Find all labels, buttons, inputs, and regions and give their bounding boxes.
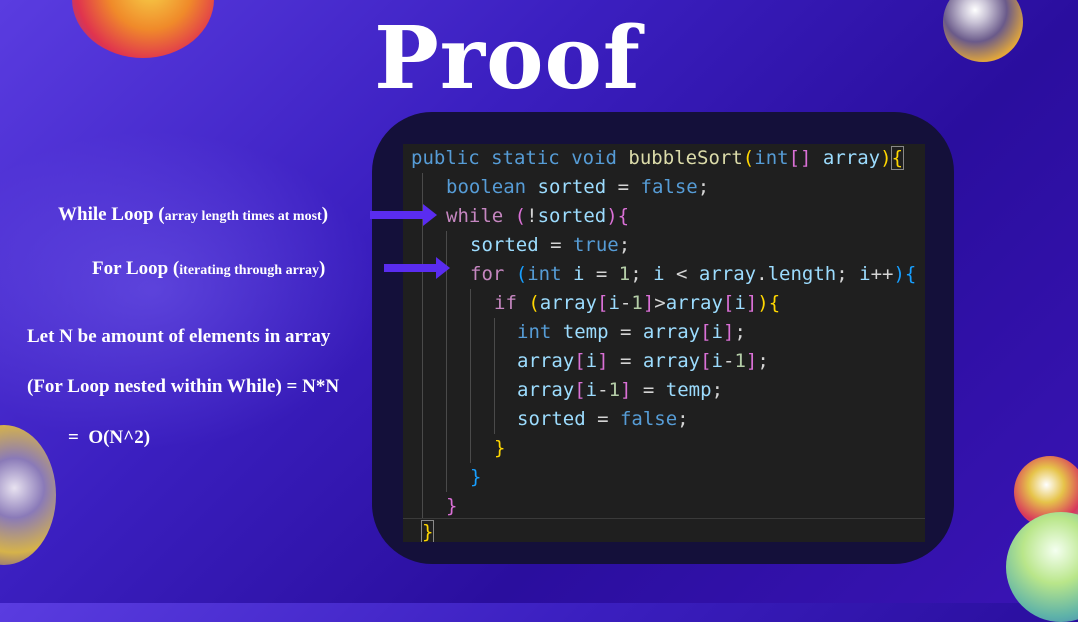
code-token: sorted	[470, 234, 539, 256]
code-token: void	[571, 147, 617, 169]
code-token: array	[517, 350, 575, 372]
code-token: sorted	[517, 408, 586, 430]
current-line-highlight	[403, 518, 925, 519]
code-token: temp	[665, 379, 712, 401]
code-token: bubbleSort	[628, 147, 743, 169]
background-glow	[0, 130, 380, 450]
for-loop-label: For Loop (iterating through array)	[92, 258, 325, 280]
code-line-7: int temp = array[i];	[517, 321, 746, 343]
while-label-main: While Loop (	[58, 204, 165, 225]
while-arrow-head	[423, 204, 437, 226]
code-line-1: public static void bubbleSort(int[] arra…	[411, 146, 905, 170]
for-label-detail: iterating through array	[179, 263, 319, 278]
code-token: 1	[734, 350, 746, 372]
code-line-4: sorted = true;	[470, 234, 631, 256]
code-token: if	[494, 292, 517, 314]
complexity-result: = O(N^2)	[68, 427, 151, 448]
code-token: i	[734, 292, 746, 314]
code-token: i	[585, 379, 598, 401]
code-line-6: if (array[i-1]>array[i]){	[494, 292, 781, 314]
code-token: array	[698, 263, 757, 285]
while-label-end: )	[321, 204, 329, 225]
indent-guide	[494, 318, 495, 434]
code-token: array	[539, 292, 597, 314]
code-token: sorted	[537, 205, 607, 227]
code-token: sorted	[537, 176, 607, 198]
code-line-2: boolean sorted = false;	[446, 176, 710, 198]
code-token: 1	[631, 292, 643, 314]
code-token: i	[585, 350, 598, 372]
code-token: temp	[562, 321, 609, 343]
for-arrow-head	[436, 257, 450, 279]
code-token: int	[527, 263, 562, 285]
code-token: i	[608, 292, 620, 314]
code-line-9: array[i-1] = temp;	[517, 379, 724, 401]
for-label-main: For Loop (	[92, 258, 180, 279]
code-token: static	[491, 147, 560, 169]
code-line-10: sorted = false;	[517, 408, 689, 430]
code-token: array	[822, 147, 881, 169]
code-token: 1	[618, 263, 631, 285]
code-token: false	[640, 176, 698, 198]
code-line-3: while (!sorted){	[446, 205, 630, 227]
slide-title: Proof	[374, 8, 641, 109]
nested-text: (For Loop nested within While) = N*N	[27, 376, 340, 397]
let-n-text: Let N be amount of elements in array	[27, 326, 331, 347]
for-label-end: )	[319, 258, 326, 279]
code-token: length	[767, 263, 837, 285]
code-line-11: }	[494, 437, 506, 459]
code-token: true	[572, 234, 619, 256]
code-token: array	[517, 379, 575, 401]
code-token: public	[411, 147, 480, 169]
bubble-decoration-bottom-right-large	[1006, 512, 1078, 622]
while-label-detail: array length times at most	[164, 209, 322, 224]
code-token: array	[665, 292, 723, 314]
while-loop-label: While Loop (array length times at most)	[58, 204, 328, 226]
indent-guide	[470, 289, 471, 463]
code-token: i	[653, 263, 665, 285]
code-token: boolean	[446, 176, 527, 198]
code-editor: public static void bubbleSort(int[] arra…	[403, 144, 925, 542]
code-token: i	[859, 263, 871, 285]
code-token: int	[517, 321, 552, 343]
while-arrow-shaft	[370, 211, 425, 219]
code-line-5: for (int i = 1; i < array.length; i++){	[470, 263, 917, 285]
code-token: for	[470, 263, 505, 285]
code-token: while	[446, 205, 504, 227]
code-line-8: array[i] = array[i-1];	[517, 350, 769, 372]
code-token: i	[711, 350, 723, 372]
code-token: 1	[608, 379, 621, 401]
code-token: i	[711, 321, 723, 343]
code-line-14: }	[420, 520, 435, 542]
for-arrow-shaft	[384, 264, 438, 272]
code-token: i	[573, 263, 585, 285]
code-token: int	[754, 147, 789, 169]
code-line-13: }	[446, 495, 458, 517]
code-token: array	[642, 321, 701, 343]
code-token: array	[642, 350, 701, 372]
code-token: false	[619, 408, 678, 430]
code-line-12: }	[470, 466, 482, 488]
